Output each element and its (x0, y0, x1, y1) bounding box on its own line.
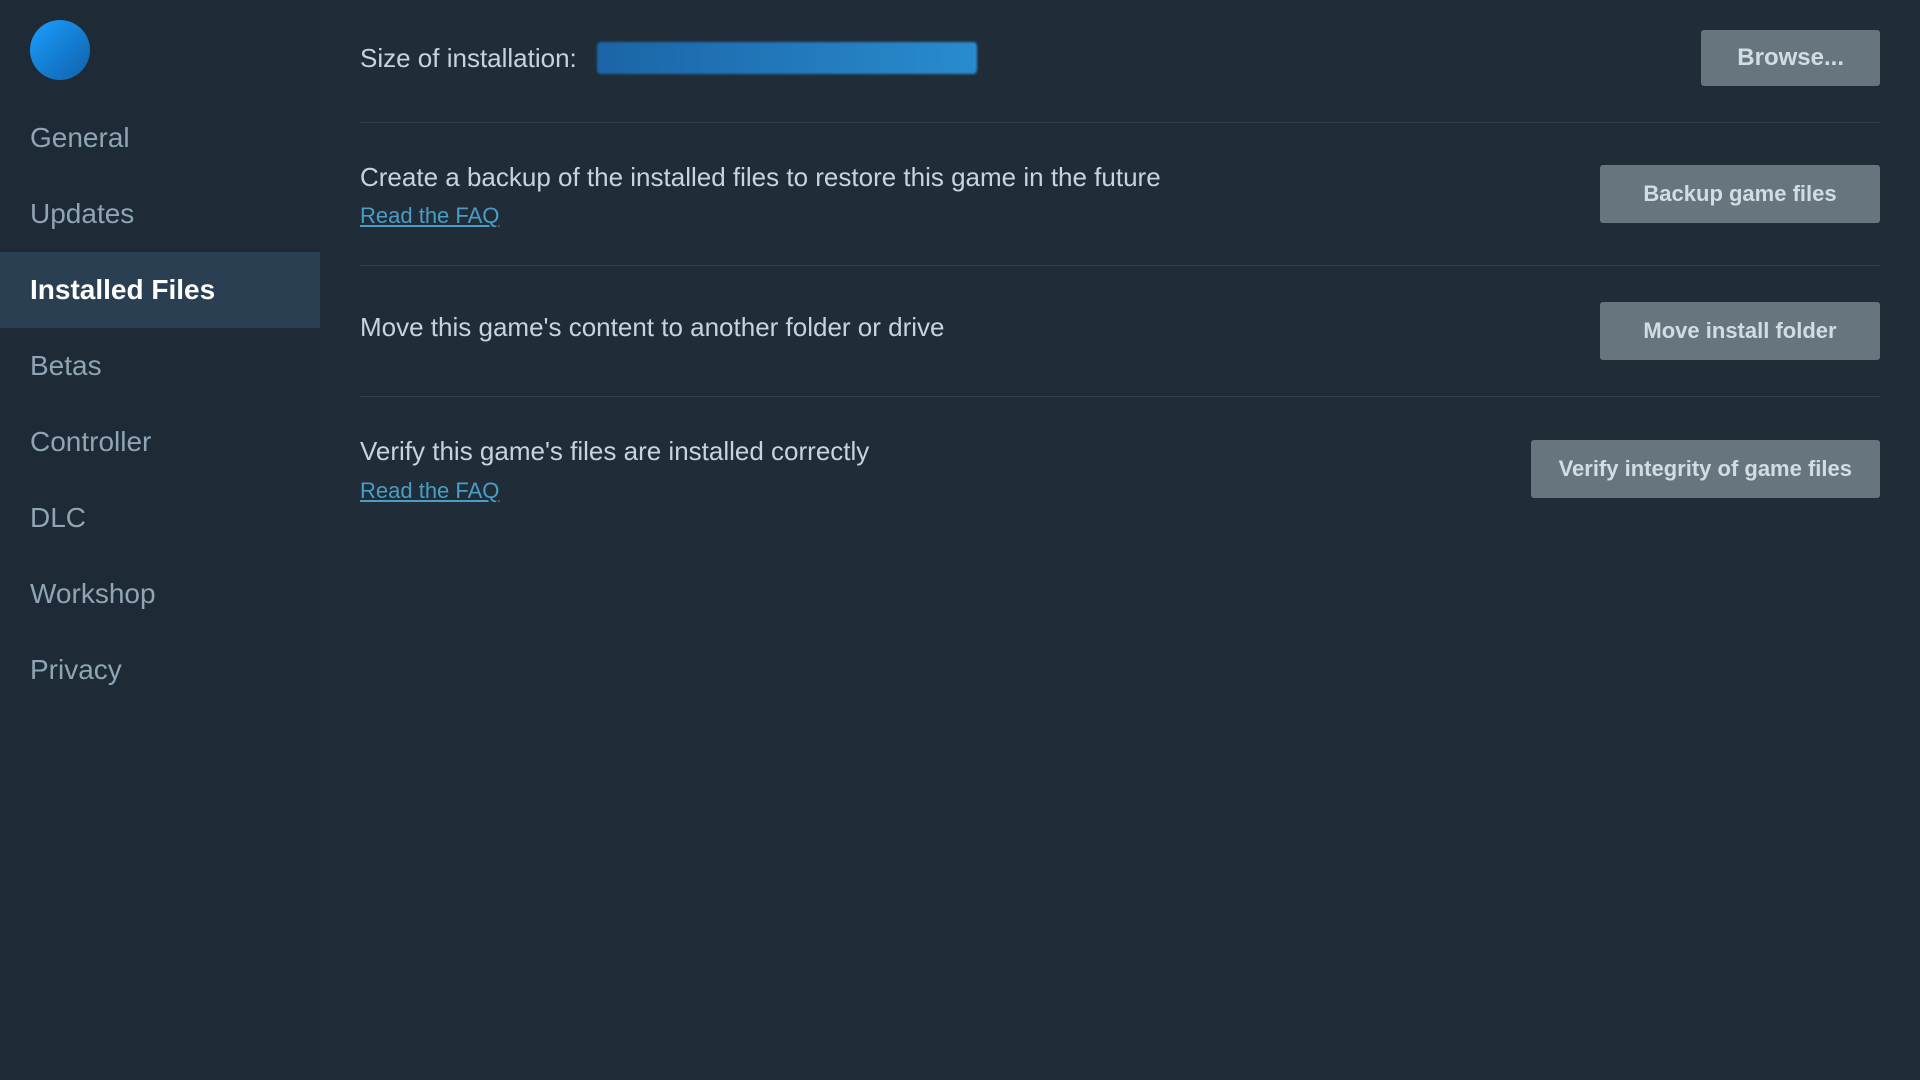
backup-game-files-button[interactable]: Backup game files (1600, 165, 1880, 223)
move-install-folder-button[interactable]: Move install folder (1600, 302, 1880, 360)
sidebar-item-general[interactable]: General (0, 100, 320, 176)
sidebar-item-betas[interactable]: Betas (0, 328, 320, 404)
size-value-wrapper: Size of installation: (360, 42, 1701, 74)
size-label: Size of installation: (360, 43, 577, 74)
main-content: Size of installation: Browse... Create a… (320, 0, 1920, 1080)
sidebar-item-workshop[interactable]: Workshop (0, 556, 320, 632)
browse-button[interactable]: Browse... (1701, 30, 1880, 86)
sidebar-item-controller[interactable]: Controller (0, 404, 320, 480)
sidebar-item-installed-files[interactable]: Installed Files (0, 252, 320, 328)
move-description: Move this game's content to another fold… (360, 309, 1560, 345)
backup-section-left: Create a backup of the installed files t… (360, 159, 1600, 229)
move-section-left: Move this game's content to another fold… (360, 309, 1600, 353)
sidebar-item-dlc[interactable]: DLC (0, 480, 320, 556)
sidebar: General Updates Installed Files Betas Co… (0, 0, 320, 1080)
app-logo (30, 20, 90, 80)
verify-section-left: Verify this game's files are installed c… (360, 433, 1531, 503)
size-value-bar (597, 42, 977, 74)
sidebar-item-updates[interactable]: Updates (0, 176, 320, 252)
backup-description: Create a backup of the installed files t… (360, 159, 1560, 195)
backup-section-row: Create a backup of the installed files t… (360, 123, 1880, 266)
size-of-installation-row: Size of installation: Browse... (360, 0, 1880, 123)
verify-integrity-button[interactable]: Verify integrity of game files (1531, 440, 1880, 498)
verify-section-row: Verify this game's files are installed c… (360, 397, 1880, 539)
verify-faq-link[interactable]: Read the FAQ (360, 478, 499, 503)
verify-description: Verify this game's files are installed c… (360, 433, 1491, 469)
backup-faq-link[interactable]: Read the FAQ (360, 203, 499, 228)
move-section-row: Move this game's content to another fold… (360, 266, 1880, 397)
sidebar-item-privacy[interactable]: Privacy (0, 632, 320, 708)
